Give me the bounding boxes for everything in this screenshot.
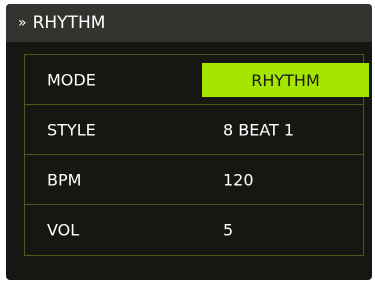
mode-row[interactable]: MODE RHYTHM xyxy=(25,55,369,105)
vol-row[interactable]: VOL 5 xyxy=(25,205,363,255)
bpm-label: BPM xyxy=(47,170,82,189)
style-row[interactable]: STYLE 8 BEAT 1 xyxy=(25,105,363,155)
rhythm-screen: » RHYTHM MODE RHYTHM STYLE 8 BEAT 1 BPM … xyxy=(6,4,372,280)
vol-value[interactable]: 5 xyxy=(223,221,233,240)
page-title: RHYTHM xyxy=(32,13,106,33)
settings-panel: MODE RHYTHM STYLE 8 BEAT 1 BPM 120 VOL 5 xyxy=(24,54,369,256)
style-value[interactable]: 8 BEAT 1 xyxy=(223,120,294,139)
mode-selector-button[interactable]: RHYTHM xyxy=(202,63,369,97)
bpm-value[interactable]: 120 xyxy=(223,170,254,189)
double-chevron-right-icon: » xyxy=(18,15,26,31)
mode-label: MODE xyxy=(47,70,96,89)
vol-label: VOL xyxy=(47,220,80,240)
bpm-row[interactable]: BPM 120 xyxy=(25,155,363,205)
style-label: STYLE xyxy=(47,120,96,139)
header-bar: » RHYTHM xyxy=(6,4,372,42)
